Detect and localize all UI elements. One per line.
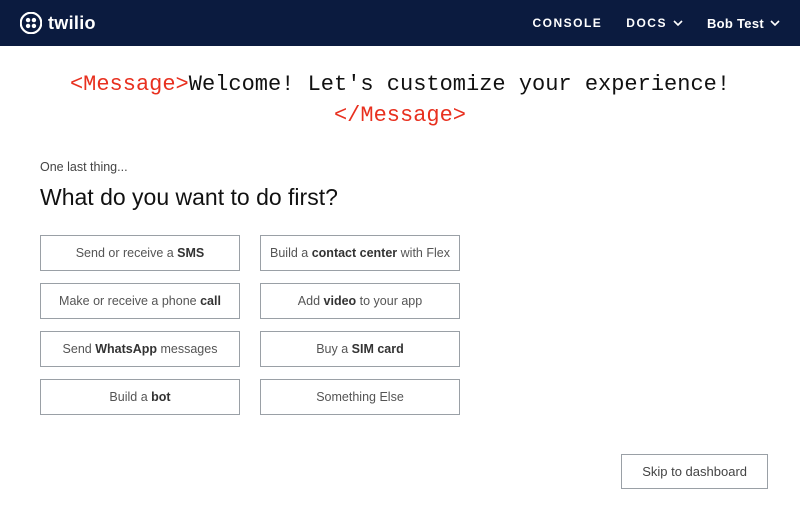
option-whatsapp[interactable]: Send WhatsApp messages xyxy=(40,331,240,367)
nav-docs[interactable]: DOCS xyxy=(626,16,683,30)
twilio-logo-icon xyxy=(20,12,42,34)
onboarding-kicker: One last thing... xyxy=(40,160,760,174)
nav-docs-label: DOCS xyxy=(626,16,667,30)
option-something-else[interactable]: Something Else xyxy=(260,379,460,415)
nav-console[interactable]: CONSOLE xyxy=(532,16,602,30)
option-sim-card[interactable]: Buy a SIM card xyxy=(260,331,460,367)
user-menu[interactable]: Bob Test xyxy=(707,16,780,31)
hero-close-tag: </Message> xyxy=(334,103,466,128)
user-name: Bob Test xyxy=(707,16,764,31)
hero-open-tag: <Message> xyxy=(70,72,189,97)
nav-console-label: CONSOLE xyxy=(532,16,602,30)
footer-actions: Skip to dashboard xyxy=(621,454,768,489)
option-phone-call[interactable]: Make or receive a phone call xyxy=(40,283,240,319)
chevron-down-icon xyxy=(673,18,683,28)
option-contact-center[interactable]: Build a contact center with Flex xyxy=(260,235,460,271)
top-navbar: twilio CONSOLE DOCS Bob Test xyxy=(0,0,800,46)
onboarding-content: One last thing... What do you want to do… xyxy=(0,142,800,415)
option-bot[interactable]: Build a bot xyxy=(40,379,240,415)
hero-message: <Message>Welcome! Let's customize your e… xyxy=(0,46,800,142)
top-nav-links: CONSOLE DOCS Bob Test xyxy=(532,16,780,31)
skip-to-dashboard-button[interactable]: Skip to dashboard xyxy=(621,454,768,489)
option-video[interactable]: Add video to your app xyxy=(260,283,460,319)
options-grid: Send or receive a SMS Build a contact ce… xyxy=(40,235,760,415)
onboarding-question: What do you want to do first? xyxy=(40,184,760,211)
chevron-down-icon xyxy=(770,18,780,28)
brand[interactable]: twilio xyxy=(20,12,96,34)
option-sms[interactable]: Send or receive a SMS xyxy=(40,235,240,271)
brand-name: twilio xyxy=(48,13,96,34)
hero-text: Welcome! Let's customize your experience… xyxy=(189,72,730,97)
